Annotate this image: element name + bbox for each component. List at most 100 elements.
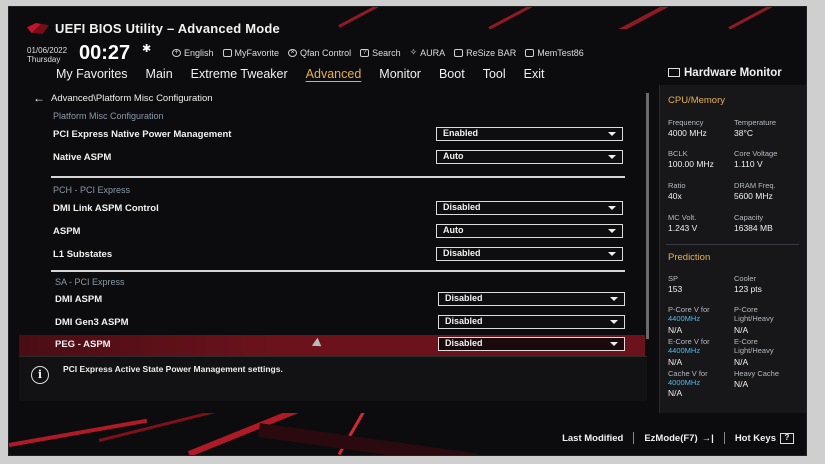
tab-advanced[interactable]: Advanced bbox=[297, 67, 371, 81]
cpu-memory-heading: CPU/Memory bbox=[668, 95, 726, 106]
pcore-lh-value: N/A bbox=[734, 325, 749, 335]
section-platform-misc: Platform Misc Configuration bbox=[53, 111, 164, 121]
setting-row-dmi-link-aspm[interactable]: DMI Link ASPM Control Disabled bbox=[19, 199, 645, 219]
dropdown-pci-native-pm[interactable]: Enabled bbox=[436, 127, 623, 141]
help-panel: i PCI Express Active State Power Managem… bbox=[19, 356, 647, 401]
settings-panel: ← Advanced\Platform Misc Configuration Pl… bbox=[19, 85, 657, 363]
bottom-actions: Last Modified EzMode(F7) →| Hot Keys? bbox=[562, 432, 794, 444]
back-arrow-icon[interactable]: ← bbox=[33, 91, 45, 105]
tab-my-favorites[interactable]: My Favorites bbox=[47, 67, 137, 81]
setting-row-dmi-aspm[interactable]: DMI ASPM Disabled bbox=[19, 290, 645, 310]
tab-exit[interactable]: Exit bbox=[515, 67, 554, 81]
hardware-monitor-panel: CPU/Memory Frequency 4000 MHz Temperatur… bbox=[659, 85, 806, 413]
hot-keys-button[interactable]: Hot Keys? bbox=[735, 432, 794, 444]
app-title: UEFI BIOS Utility – Advanced Mode bbox=[27, 21, 280, 36]
tab-main[interactable]: Main bbox=[137, 67, 182, 81]
setting-label: L1 Substates bbox=[53, 249, 113, 260]
separator bbox=[633, 432, 635, 444]
ecore-v-value: N/A bbox=[668, 357, 683, 367]
tab-monitor[interactable]: Monitor bbox=[370, 67, 430, 81]
frequency-label: Frequency bbox=[668, 118, 704, 127]
monitor-icon bbox=[668, 68, 680, 77]
dropdown-peg-aspm[interactable]: Disabled bbox=[438, 337, 625, 351]
setting-row-aspm[interactable]: ASPM Auto bbox=[19, 222, 645, 242]
dropdown-native-aspm[interactable]: Auto bbox=[436, 150, 623, 164]
ratio-label: Ratio bbox=[668, 181, 686, 190]
resize-bar-button[interactable]: ReSize BAR bbox=[454, 47, 516, 58]
qfan-control-button[interactable]: × Qfan Control bbox=[288, 47, 351, 58]
ecore-lh-label: E-Core Light/Heavy bbox=[734, 337, 774, 355]
setting-label: DMI Gen3 ASPM bbox=[55, 317, 129, 328]
search-button[interactable]: ? Search bbox=[360, 47, 401, 58]
fan-icon: × bbox=[288, 48, 298, 57]
date-display: 01/06/2022 Thursday bbox=[27, 46, 67, 64]
gear-icon[interactable]: ✱ bbox=[142, 42, 151, 55]
setting-row-dmi-gen3-aspm[interactable]: DMI Gen3 ASPM Disabled bbox=[19, 313, 645, 333]
aura-button[interactable]: ✧ AURA bbox=[410, 47, 446, 58]
ezmode-button[interactable]: EzMode(F7) →| bbox=[644, 433, 713, 444]
scrollbar[interactable] bbox=[646, 93, 649, 339]
bios-screen: UEFI BIOS Utility – Advanced Mode 01/06/… bbox=[8, 6, 807, 456]
dram-freq-label: DRAM Freq. bbox=[734, 181, 776, 190]
chevron-down-icon bbox=[608, 155, 616, 159]
frequency-value: 4000 MHz bbox=[668, 128, 707, 138]
hardware-monitor-title: Hardware Monitor bbox=[668, 67, 782, 79]
bottom-bar: Last Modified EzMode(F7) →| Hot Keys? bbox=[9, 413, 806, 455]
help-key-icon: ? bbox=[780, 432, 794, 444]
pcore-v-value: N/A bbox=[668, 325, 683, 335]
core-voltage-label: Core Voltage bbox=[734, 149, 778, 158]
setting-label: PCI Express Native Power Management bbox=[53, 129, 232, 140]
aura-icon: ✧ bbox=[409, 47, 418, 57]
sp-label: SP bbox=[668, 274, 679, 283]
bclk-label: BCLK bbox=[668, 149, 688, 158]
setting-label: DMI ASPM bbox=[55, 294, 103, 305]
setting-label: DMI Link ASPM Control bbox=[53, 203, 159, 214]
dropdown-l1-substates[interactable]: Disabled bbox=[436, 247, 623, 261]
capacity-value: 16384 MB bbox=[734, 223, 773, 233]
top-decoration bbox=[329, 7, 806, 29]
ratio-value: 40x bbox=[668, 191, 682, 201]
pcore-v-label: P-Core V for 4400MHz bbox=[668, 305, 710, 323]
top-toolbar: + English MyFavorite × Qfan Control ? Searc… bbox=[172, 47, 584, 58]
clock-display[interactable]: 00:27 bbox=[79, 42, 130, 65]
chevron-down-icon bbox=[608, 229, 616, 233]
cooler-value: 123 pts bbox=[734, 284, 762, 294]
bclk-value: 100.00 MHz bbox=[668, 159, 714, 169]
tab-extreme-tweaker[interactable]: Extreme Tweaker bbox=[182, 67, 297, 81]
monitor-divider bbox=[666, 244, 799, 245]
ezmode-arrow-icon: →| bbox=[701, 432, 714, 444]
core-voltage-value: 1.110 V bbox=[734, 159, 763, 169]
main-nav: My Favorites Main Extreme Tweaker Advanc… bbox=[47, 67, 553, 81]
dram-freq-value: 5600 MHz bbox=[734, 191, 773, 201]
setting-row-native-aspm[interactable]: Native ASPM Auto bbox=[19, 148, 645, 168]
dropdown-dmi-gen3-aspm[interactable]: Disabled bbox=[438, 315, 625, 329]
rog-logo-icon bbox=[27, 23, 49, 34]
favorite-icon bbox=[222, 48, 232, 57]
breadcrumb[interactable]: ← Advanced\Platform Misc Configuration bbox=[33, 91, 213, 105]
setting-label: PEG - ASPM bbox=[55, 339, 111, 350]
pcore-lh-label: P-Core Light/Heavy bbox=[734, 305, 774, 323]
heavy-cache-value: N/A bbox=[734, 379, 749, 389]
mc-volt-label: MC Volt. bbox=[668, 213, 697, 222]
ecore-lh-value: N/A bbox=[734, 357, 749, 367]
setting-label: ASPM bbox=[53, 226, 81, 237]
tab-tool[interactable]: Tool bbox=[474, 67, 515, 81]
language-button[interactable]: + English bbox=[172, 47, 214, 58]
temperature-label: Temperature bbox=[734, 118, 777, 127]
setting-row-l1-substates[interactable]: L1 Substates Disabled bbox=[19, 245, 645, 265]
dropdown-dmi-link-aspm[interactable]: Disabled bbox=[436, 201, 623, 215]
dropdown-aspm[interactable]: Auto bbox=[436, 224, 623, 238]
memtest86-button[interactable]: MemTest86 bbox=[525, 47, 584, 58]
setting-row-peg-aspm[interactable]: PEG - ASPM Disabled bbox=[19, 335, 645, 356]
chevron-down-icon bbox=[610, 297, 618, 301]
setting-row-pci-native-pm[interactable]: PCI Express Native Power Management Enab… bbox=[19, 125, 645, 145]
dropdown-dmi-aspm[interactable]: Disabled bbox=[438, 292, 625, 306]
sp-value: 153 bbox=[668, 284, 683, 294]
memtest-icon bbox=[525, 48, 535, 57]
myfavorite-button[interactable]: MyFavorite bbox=[222, 47, 279, 58]
tab-boot[interactable]: Boot bbox=[430, 67, 474, 81]
capacity-label: Capacity bbox=[734, 213, 764, 222]
help-text: PCI Express Active State Power Managemen… bbox=[63, 364, 283, 374]
heavy-cache-label: Heavy Cache bbox=[734, 369, 780, 378]
last-modified-button[interactable]: Last Modified bbox=[562, 433, 623, 444]
